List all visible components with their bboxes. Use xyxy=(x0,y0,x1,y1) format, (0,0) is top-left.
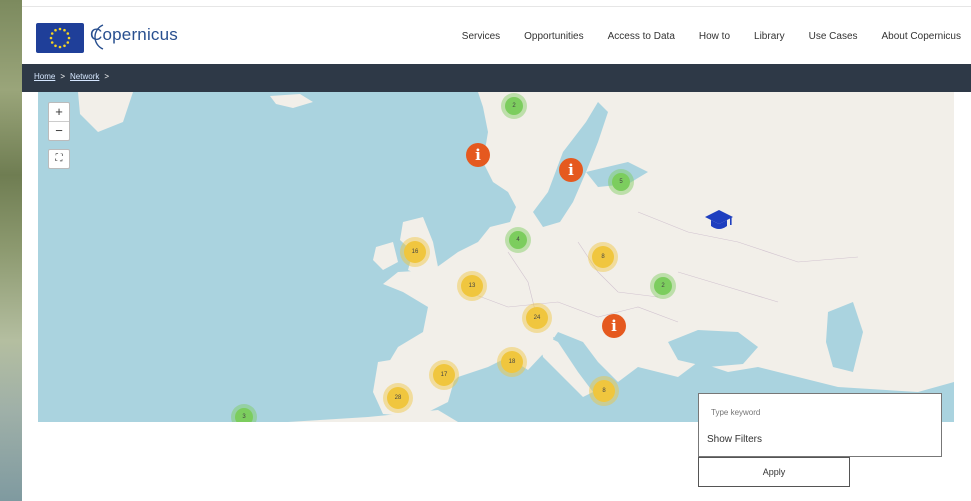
breadcrumb: Home > Network > xyxy=(34,72,114,81)
info-pin-icon[interactable]: i xyxy=(466,143,490,167)
map-cluster[interactable]: 2 xyxy=(505,97,523,115)
map-cluster[interactable]: 8 xyxy=(592,246,614,268)
site-header: Copernicus Services Opportunities Access… xyxy=(22,6,971,65)
zoom-out-button[interactable]: − xyxy=(49,121,69,140)
nav-access-to-data[interactable]: Access to Data xyxy=(608,31,675,42)
nav-use-cases[interactable]: Use Cases xyxy=(809,31,858,42)
fullscreen-button[interactable]: ⛶ xyxy=(48,149,70,169)
breadcrumb-home[interactable]: Home xyxy=(34,72,55,81)
map-cluster[interactable]: 16 xyxy=(404,241,426,263)
map-cluster[interactable]: 28 xyxy=(387,387,409,409)
nav-opportunities[interactable]: Opportunities xyxy=(524,31,583,42)
page: Copernicus Services Opportunities Access… xyxy=(22,0,971,501)
map-cluster[interactable]: 3 xyxy=(235,408,253,422)
breadcrumb-bar: Home > Network > xyxy=(22,64,971,92)
map-cluster[interactable]: 2 xyxy=(654,277,672,295)
logo-wordmark: Copernicus xyxy=(90,25,178,44)
map-cluster[interactable]: 13 xyxy=(461,275,483,297)
nav-services[interactable]: Services xyxy=(462,31,500,42)
apply-button[interactable]: Apply xyxy=(698,457,850,487)
breadcrumb-separator: > xyxy=(104,72,110,81)
info-pin-icon[interactable]: i xyxy=(559,158,583,182)
eu-flag-icon xyxy=(36,23,84,53)
info-pin-icon[interactable]: i xyxy=(602,314,626,338)
filter-panel: Show Filters xyxy=(698,393,942,457)
map-cluster[interactable]: 5 xyxy=(612,173,630,191)
show-filters-toggle[interactable]: Show Filters xyxy=(707,434,762,445)
nav-about-copernicus[interactable]: About Copernicus xyxy=(882,31,962,42)
map-cluster[interactable]: 18 xyxy=(501,351,523,373)
zoom-in-button[interactable]: + xyxy=(49,103,69,121)
keyword-search-input[interactable] xyxy=(709,404,933,420)
breadcrumb-separator: > xyxy=(60,72,66,81)
breadcrumb-network[interactable]: Network xyxy=(70,72,99,81)
nav-library[interactable]: Library xyxy=(754,31,785,42)
map-cluster[interactable]: 24 xyxy=(526,307,548,329)
copernicus-logo[interactable]: Copernicus xyxy=(36,19,196,55)
network-map[interactable]: + − ⛶ 2 5 4 2 3 16 13 8 24 18 17 28 8 i … xyxy=(38,92,954,422)
zoom-control: + − xyxy=(48,102,70,141)
map-cluster[interactable]: 4 xyxy=(509,231,527,249)
main-nav: Services Opportunities Access to Data Ho… xyxy=(438,31,961,42)
map-cluster[interactable]: 17 xyxy=(433,364,455,386)
nav-how-to[interactable]: How to xyxy=(699,31,730,42)
map-cluster[interactable]: 8 xyxy=(593,380,615,402)
map-tiles xyxy=(38,92,954,422)
graduation-cap-icon[interactable] xyxy=(704,207,734,233)
